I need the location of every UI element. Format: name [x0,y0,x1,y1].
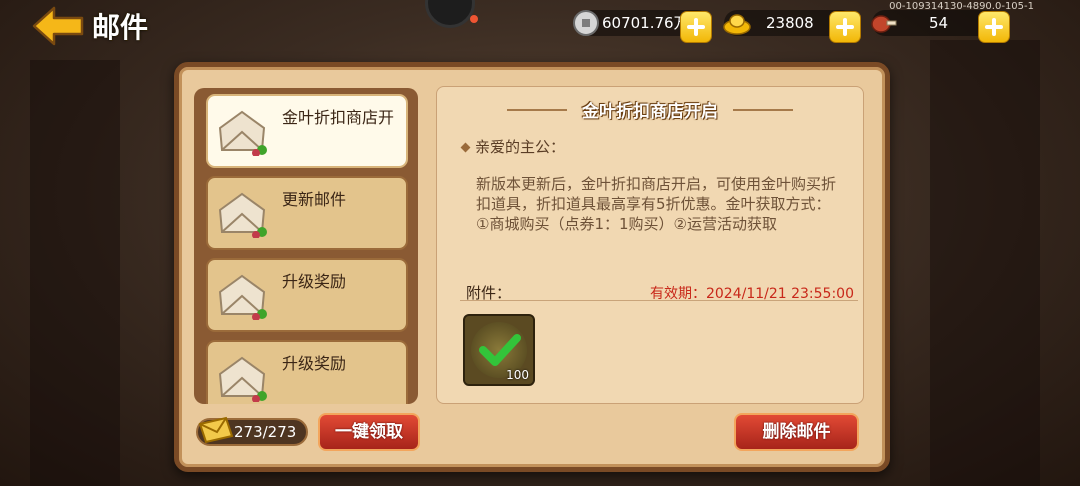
mail-item-title: 金叶折扣商店开 [282,108,395,127]
mail-counter-text: 273/273 [234,423,297,441]
mail-item-title: 更新邮件 [282,190,347,209]
background-post [30,60,120,486]
silver-coin-icon [573,10,599,36]
debug-info: 00-109314130-4890.0-105-1 [889,1,1034,12]
mail-greeting: 亲爱的主公： [460,136,566,157]
delete-mail-button[interactable]: 删除邮件 [734,413,859,451]
mail-item-title: 升级奖励 [282,354,347,373]
back-arrow-icon [32,6,84,46]
mail-title: 金叶折扣商店开启 [582,102,718,122]
mail-item[interactable]: 升级奖励 [206,340,408,404]
envelope-icon [218,110,267,156]
background-post [930,40,1040,486]
gold-ingot-icon [723,14,751,35]
mail-item[interactable]: 金叶折扣商店开 [206,94,408,168]
meat-icon [871,15,897,33]
gold-value: 23808 [766,14,814,32]
mail-item[interactable]: 更新邮件 [206,176,408,250]
stamina-value: 54 [929,14,949,32]
add-gold-button[interactable] [829,11,861,43]
greeting-text: 亲爱的主公： [475,138,566,156]
envelope-icon [218,274,267,320]
mail-list[interactable]: 金叶折扣商店开 更新邮件 升级奖励 升级奖励 [194,88,418,404]
mail-item-title: 升级奖励 [282,272,347,291]
letter-icon [198,416,234,444]
mail-body: 新版本更新后，金叶折扣商店开启，可使用金叶购买折扣道具，折扣道具最高享有5折优惠… [476,175,837,233]
back-button[interactable] [30,6,86,46]
envelope-icon [218,192,267,238]
add-stamina-button[interactable] [978,11,1010,43]
divider [460,300,858,301]
envelope-icon [218,356,267,402]
silver-value: 60701.76万 [602,14,689,32]
diamond-bullet-icon [460,142,471,153]
attachment-count: 100 [506,368,529,382]
mail-item[interactable]: 升级奖励 [206,258,408,332]
page-title: 邮件 [92,11,149,44]
system-indicator [425,0,478,28]
claim-all-button[interactable]: 一键领取 [318,413,420,451]
add-silver-button[interactable] [680,11,712,43]
attachment-item[interactable]: 100 [463,314,535,386]
